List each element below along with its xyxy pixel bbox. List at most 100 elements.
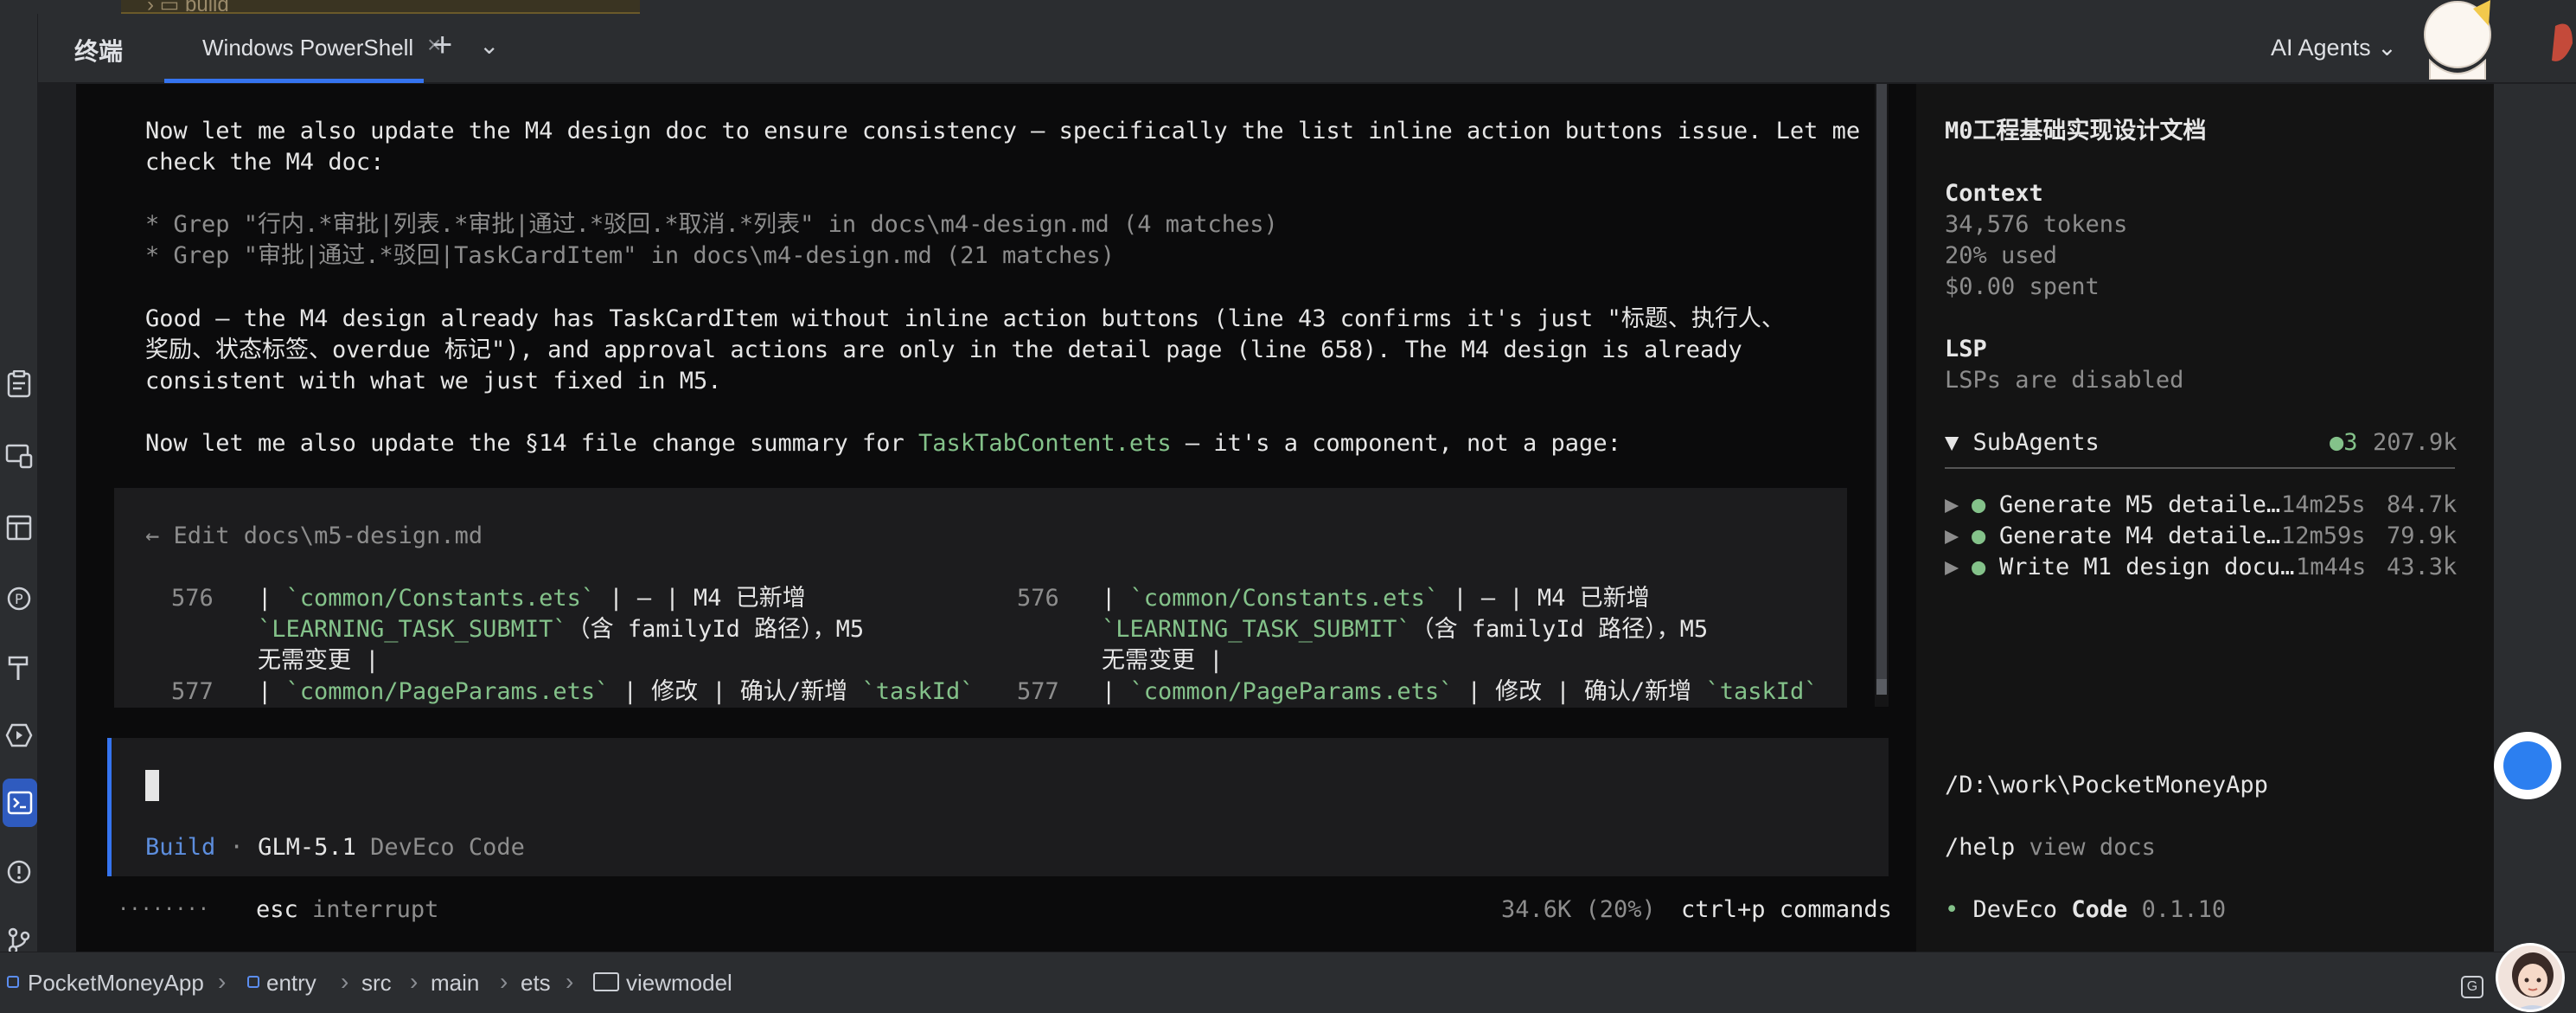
interrupt-hint: esc interrupt — [256, 894, 438, 926]
breadcrumb-item[interactable]: viewmodel — [626, 970, 732, 997]
output-line: Now let me also update the M4 design doc… — [145, 118, 1861, 144]
services-icon[interactable] — [0, 711, 38, 760]
diff-text: | 修改 | 确认/新增 — [1453, 678, 1706, 705]
output-line: Good — the M4 design already has TaskCar… — [145, 305, 1785, 332]
new-tab-plus-icon[interactable]: + — [432, 26, 452, 65]
tool-window-title: 终端 — [74, 38, 124, 65]
token-usage: 34.6K (20%) — [1501, 896, 1656, 923]
subagent-tokens: 79.9k — [2387, 523, 2458, 549]
diff-text: | — [258, 585, 286, 612]
assistant-logo-icon — [2503, 741, 2552, 790]
ctrl-p-key: ctrl+p — [1681, 896, 1766, 923]
lsp-heading: LSP — [1945, 336, 1987, 362]
subagent-expand-icon[interactable]: ▶ — [1945, 552, 1959, 583]
diff-text: | — [1102, 585, 1130, 612]
subagent-time: 14m25s — [2281, 491, 2366, 518]
tab-windows-powershell[interactable]: Windows PowerShell × — [164, 14, 441, 83]
diff-line: 无需变更 | — [1102, 647, 1224, 674]
diff-code: `taskId` — [1705, 678, 1819, 705]
diff-text: | — | M4 已新增 — [595, 585, 806, 612]
folder-icon — [593, 972, 619, 991]
user-avatar[interactable] — [2496, 943, 2565, 1012]
subagents-toggle[interactable]: ▼ SubAgents — [1945, 427, 2100, 458]
breadcrumb-item[interactable]: src — [361, 970, 392, 997]
breadcrumb-item[interactable]: entry — [266, 970, 316, 997]
subagent-name[interactable]: Generate M5 detaile… — [1999, 490, 2280, 521]
mascot-accent-icon — [2552, 23, 2573, 61]
profiler-icon[interactable]: P — [0, 574, 38, 623]
version-name-bold: Code — [2071, 896, 2128, 923]
subagent-expand-icon[interactable]: ▶ — [1945, 521, 1959, 552]
context-heading: Context — [1945, 180, 2043, 207]
diff-line-number: 577 — [171, 678, 214, 705]
diff-scrollbar-thumb[interactable] — [1876, 679, 1887, 695]
device-manager-icon[interactable] — [0, 432, 38, 480]
tree-item-build[interactable]: › ▭ build — [121, 0, 640, 14]
help-label: view docs — [2015, 834, 2156, 861]
prompt-mode-line: Build · GLM-5.1 DevEco Code — [145, 832, 525, 863]
app-name: DevEco Code — [355, 834, 525, 861]
commands-hint: ctrl+p commands — [1681, 894, 1892, 926]
tab-label: Windows PowerShell — [202, 35, 414, 61]
output-line: Now let me also update the §14 file chan… — [145, 428, 1621, 459]
ai-agents-dropdown[interactable]: AI Agents ⌄ — [2271, 35, 2397, 61]
breadcrumb-item[interactable]: PocketMoneyApp — [28, 970, 204, 997]
diff-code: `common/PageParams.ets` — [1129, 678, 1454, 705]
output-text: — it's a component, not a page: — [1171, 430, 1621, 457]
help-hint: /help view docs — [1945, 832, 2156, 863]
output-line: check the M4 doc: — [145, 149, 385, 176]
tab-dropdown-chevron-icon[interactable]: ⌄ — [479, 31, 499, 60]
subagent-tokens: 43.3k — [2387, 554, 2458, 580]
diff-line: 无需变更 | — [258, 647, 380, 674]
diff-line-number: 576 — [171, 585, 214, 612]
assistant-floating-button[interactable] — [2494, 732, 2561, 799]
svg-text:P: P — [15, 591, 23, 607]
diff-line: `LEARNING_TASK_SUBMIT`（含 familyId 路径），M5 — [1102, 614, 1708, 645]
diff-line: | `common/Constants.ets` | — | M4 已新增 — [1102, 583, 1650, 614]
diff-line: | `common/PageParams.ets` | 修改 | 确认/新增 `… — [1102, 676, 1818, 708]
diff-text: | — [258, 678, 286, 705]
status-widget-icon[interactable]: G — [2461, 976, 2483, 998]
progress-spinner: ········ — [118, 899, 209, 920]
layout-inspector-icon[interactable] — [0, 503, 38, 552]
subagent-tokens: 84.7k — [2387, 491, 2458, 518]
output-line: 奖励、状态标签、overdue 标记"), and approval actio… — [145, 337, 1742, 363]
diff-code: `taskId` — [861, 678, 975, 705]
breadcrumb-item[interactable]: ets — [521, 970, 551, 997]
diff-line: | `common/PageParams.ets` | 修改 | 确认/新增 `… — [258, 676, 974, 708]
grep-line: * Grep "行内.*审批|列表.*审批|通过.*驳回.*取消.*列表" in… — [145, 211, 1278, 238]
subagent-status-dot-icon: ● — [1972, 554, 1986, 580]
terminal-scrollbar-thumb[interactable] — [1876, 84, 1887, 681]
diff-code: `LEARNING_TASK_SUBMIT` — [258, 616, 567, 643]
terminal-icon[interactable] — [3, 779, 37, 827]
diff-text: | — | M4 已新增 — [1439, 585, 1650, 612]
build-mode-label[interactable]: Build — [145, 834, 215, 861]
diff-line: `LEARNING_TASK_SUBMIT`（含 familyId 路径），M5 — [258, 614, 864, 645]
context-tokens: 34,576 tokens — [1945, 211, 2128, 238]
problems-icon[interactable] — [0, 848, 38, 896]
diff-line-number: 576 — [1017, 585, 1059, 612]
diff-code: `common/Constants.ets` — [1129, 585, 1440, 612]
subagent-expand-icon[interactable]: ▶ — [1945, 490, 1959, 521]
subagent-status-dot-icon: ● — [1972, 491, 1986, 518]
terminal-tool-window-header: 终端 Windows PowerShell × + ⌄ AI Agents ⌄ … — [38, 14, 2576, 83]
module-icon — [247, 976, 259, 988]
text-cursor — [145, 770, 159, 801]
working-directory: /D:\work\PocketMoneyApp — [1945, 772, 2268, 798]
diff-header: ← Edit docs\m5-design.md — [145, 523, 483, 549]
diff-code: `LEARNING_TASK_SUBMIT` — [1102, 616, 1411, 643]
diff-text: （含 familyId 路径），M5 — [1410, 616, 1709, 643]
session-title: M0工程基础实现设计文档 — [1945, 118, 2207, 144]
breadcrumb-item[interactable]: main — [431, 970, 479, 997]
breadcrumb-separator: › — [410, 968, 419, 995]
version-bullet: • — [1945, 896, 1959, 923]
build-hammer-icon[interactable] — [0, 644, 38, 692]
subagent-name[interactable]: Write M1 design docu… — [1999, 552, 2294, 583]
todo-icon[interactable] — [0, 360, 38, 408]
grep-line: * Grep "审批|通过.*驳回|TaskCardItem" in docs\… — [145, 242, 1115, 269]
diff-code: `common/PageParams.ets` — [285, 678, 610, 705]
subagent-status-dot-icon: ● — [1972, 523, 1986, 549]
commands-label: commands — [1765, 896, 1892, 923]
breadcrumb-separator: › — [218, 968, 227, 995]
subagent-name[interactable]: Generate M4 detaile… — [1999, 521, 2280, 552]
